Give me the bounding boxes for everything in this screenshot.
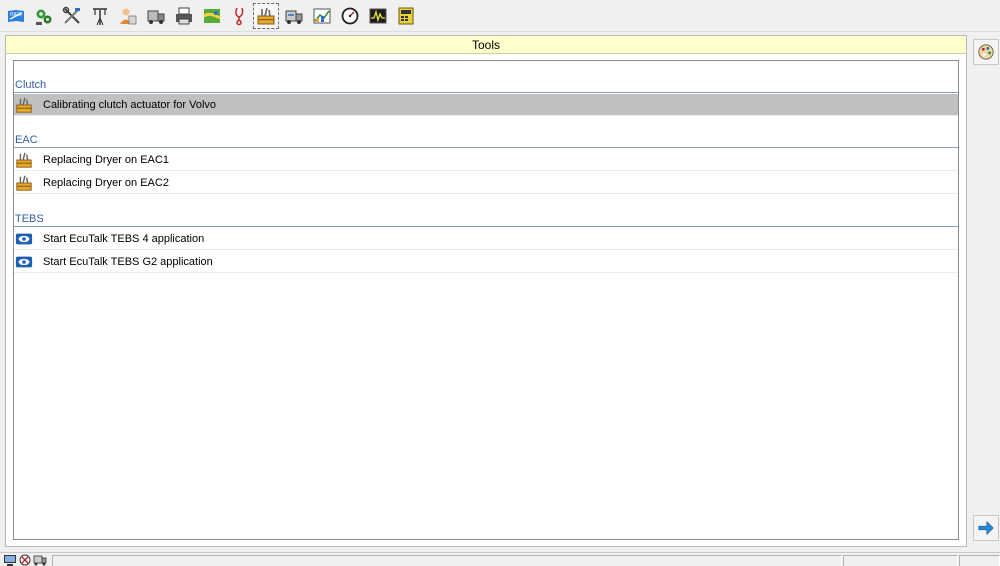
status-cell-end — [959, 555, 1000, 566]
list-item-label: Calibrating clutch actuator for Volvo — [43, 99, 217, 111]
signal-monitor-button[interactable] — [365, 3, 391, 29]
trailer-diagnostics-icon — [147, 10, 165, 24]
signal-monitor-icon — [369, 8, 387, 24]
gauge-icon — [341, 7, 359, 25]
tools-button[interactable] — [59, 3, 85, 29]
antenna-icon — [93, 8, 107, 26]
list-item[interactable]: Start EcuTalk TEBS G2 application — [14, 251, 958, 273]
trailer-tools-button[interactable] — [281, 3, 307, 29]
toolbox-icon — [257, 7, 275, 25]
list-item[interactable]: Start EcuTalk TEBS 4 application — [14, 228, 958, 250]
gears-button[interactable] — [31, 3, 57, 29]
chart-button[interactable] — [309, 3, 335, 29]
toolbox-button[interactable] — [253, 3, 279, 29]
ecutalk-icon — [15, 230, 33, 248]
status-cell-right — [843, 555, 958, 566]
toolbox-icon — [15, 174, 33, 192]
list-item-label: Replacing Dryer on EAC2 — [43, 177, 169, 189]
gears-icon — [36, 9, 52, 25]
list-item-label: Replacing Dryer on EAC1 — [43, 154, 169, 166]
person-icon — [120, 8, 137, 25]
tools-panel: Tools Clutch Calibrating clutch actuator… — [5, 35, 967, 547]
palette-icon — [978, 44, 994, 60]
printer-icon — [176, 7, 192, 25]
list-item[interactable]: Replacing Dryer on EAC2 — [14, 172, 958, 194]
trailer-diagnostics-button[interactable] — [143, 3, 169, 29]
antenna-button[interactable] — [87, 3, 113, 29]
panel-title: Tools — [6, 36, 966, 54]
calculator-button[interactable] — [393, 3, 419, 29]
list-item[interactable]: Calibrating clutch actuator for Volvo — [14, 94, 958, 116]
chart-icon — [313, 8, 331, 24]
status-bar — [0, 552, 1000, 566]
group-header-clutch: Clutch — [14, 77, 958, 93]
trailer-tools-icon — [285, 10, 303, 24]
tools-icon — [62, 6, 80, 24]
list-item[interactable]: Replacing Dryer on EAC1 — [14, 149, 958, 171]
stethoscope-icon — [235, 7, 244, 26]
stethoscope-button[interactable] — [227, 3, 253, 29]
computer-icon — [3, 554, 17, 566]
map-icon — [203, 9, 221, 23]
palette-button[interactable] — [973, 39, 999, 65]
gauge-button[interactable] — [337, 3, 363, 29]
group-header-eac: EAC — [14, 132, 958, 148]
status-cell-main — [52, 555, 842, 566]
svg-text:INFO: INFO — [10, 12, 22, 18]
application-window: INFO Tools Clutch Calibrating clutch act… — [0, 0, 1000, 566]
map-button[interactable] — [199, 3, 225, 29]
disconnected-icon — [18, 554, 32, 566]
toolbox-icon — [15, 151, 33, 169]
arrow-right-icon — [978, 520, 994, 536]
list-item-label: Start EcuTalk TEBS G2 application — [43, 256, 213, 268]
tools-list: Clutch Calibrating clutch actuator for V… — [13, 60, 959, 540]
list-item-label: Start EcuTalk TEBS 4 application — [43, 233, 205, 245]
toolbox-icon — [15, 96, 33, 114]
group-header-tebs: TEBS — [14, 211, 958, 227]
person-button[interactable] — [115, 3, 141, 29]
info-book-button[interactable]: INFO — [3, 3, 29, 29]
next-arrow-button[interactable] — [973, 515, 999, 541]
info-book-icon: INFO — [8, 10, 24, 22]
status-icons — [3, 554, 47, 566]
side-toolbar — [969, 35, 1000, 547]
vehicle-icon — [33, 554, 47, 566]
ecutalk-icon — [15, 253, 33, 271]
printer-button[interactable] — [171, 3, 197, 29]
main-toolbar: INFO — [0, 0, 1000, 32]
calculator-icon — [398, 7, 414, 25]
